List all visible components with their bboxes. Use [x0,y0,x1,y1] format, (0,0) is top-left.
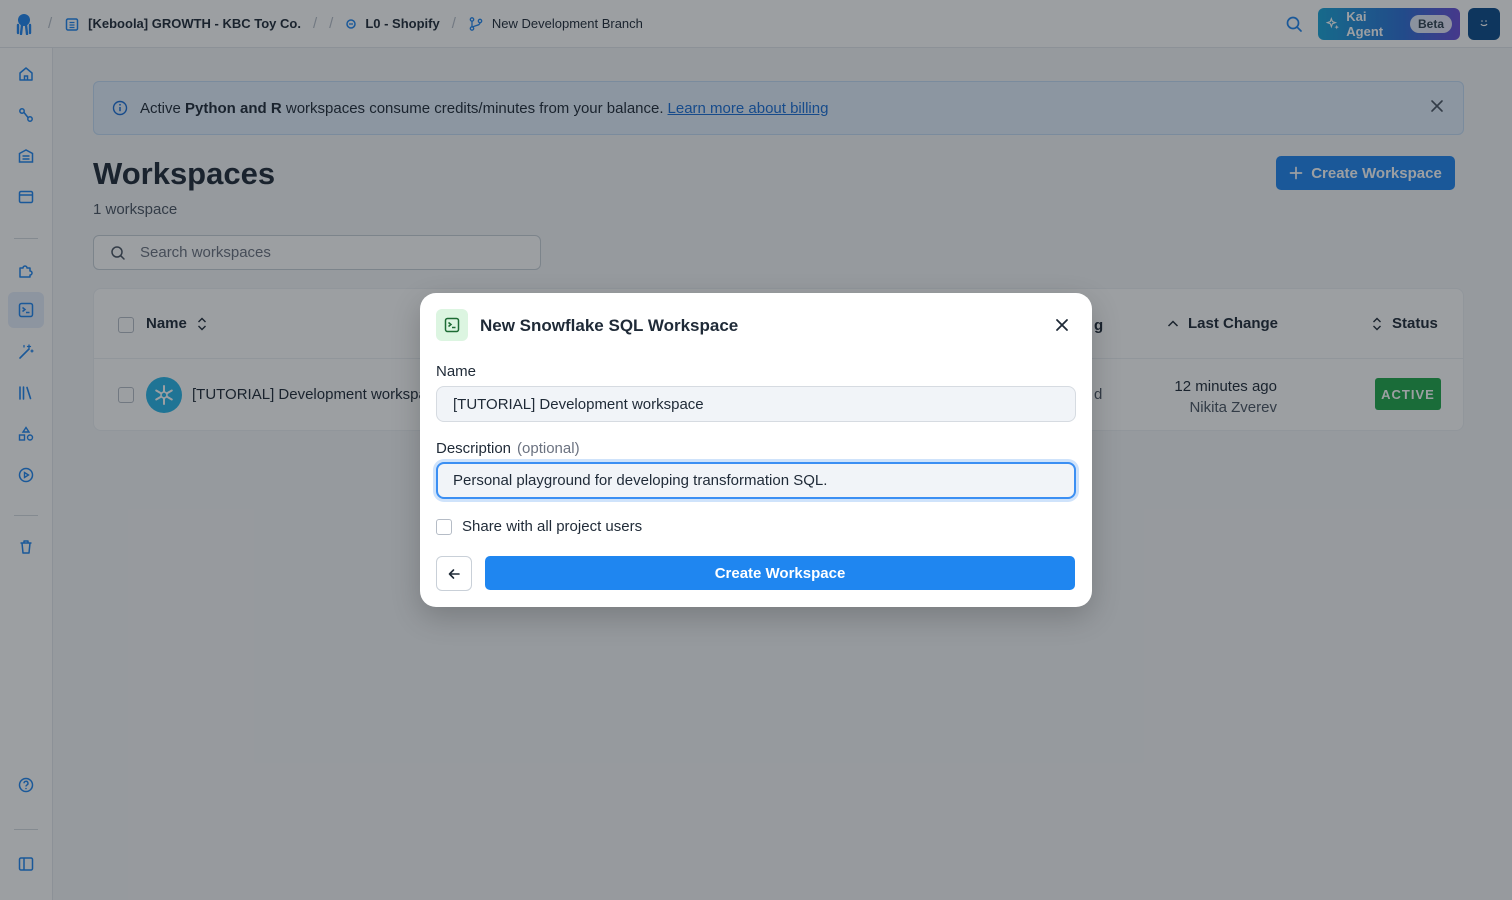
new-workspace-modal: New Snowflake SQL Workspace Name [TUTORI… [420,293,1092,607]
share-checkbox-row[interactable]: Share with all project users [436,518,642,535]
terminal-icon [436,309,468,341]
description-field-value: Personal playground for developing trans… [453,472,828,489]
name-label: Name [436,363,477,380]
share-label: Share with all project users [462,518,643,535]
name-field[interactable]: [TUTORIAL] Development workspace [436,386,1076,422]
arrow-left-icon [448,568,460,579]
optional-hint: (optional) [517,440,580,457]
close-icon [1056,319,1068,331]
modal-close-button[interactable] [1052,315,1072,335]
description-field[interactable]: Personal playground for developing trans… [436,462,1076,499]
modal-create-workspace-button[interactable]: Create Workspace [485,556,1075,590]
name-field-value: [TUTORIAL] Development workspace [453,395,704,413]
share-checkbox[interactable] [436,518,452,535]
description-label: Description (optional) [436,440,580,457]
back-button[interactable] [436,556,472,591]
modal-title: New Snowflake SQL Workspace [480,316,739,335]
